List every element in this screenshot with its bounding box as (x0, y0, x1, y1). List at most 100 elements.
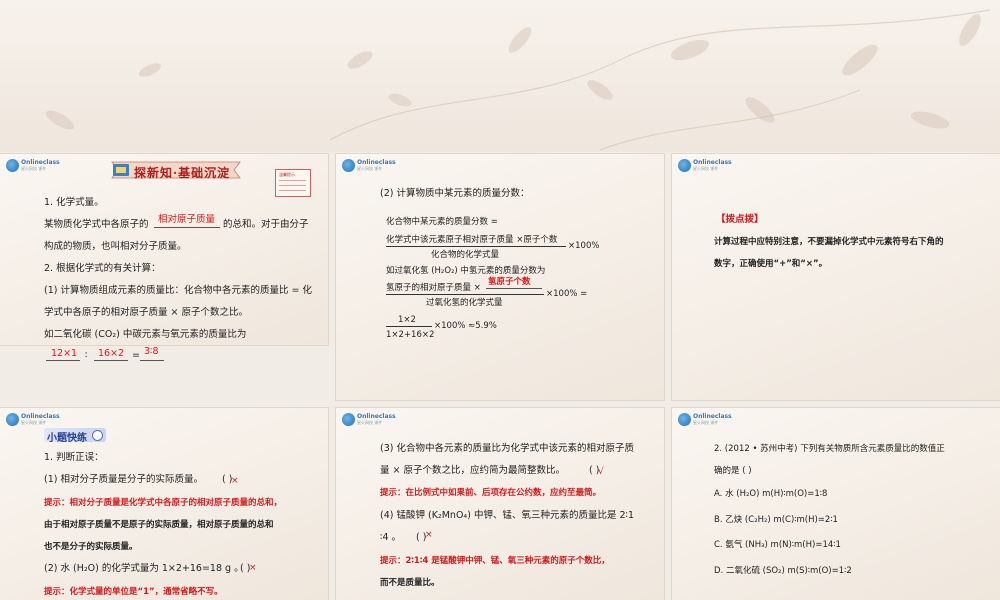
option-b: B. 乙炔 (C₂H₂) m(C)∶m(H)=2∶1 (714, 515, 838, 525)
text-line: (2) 计算物质中某元素的质量分数： (380, 188, 530, 199)
hint-line: 提示：在比例式中如果前、后项存在公约数，应约至最简。 (380, 488, 602, 498)
section-title: 探新知·基础沉淀 (110, 160, 242, 180)
text-line: (2) 水 (H₂O) 的化学式量为 1×2+16=18 g 。 (44, 563, 244, 574)
text-line: 1. 化学式量。 (44, 197, 104, 208)
fill-blank-underline (94, 360, 128, 361)
question-text: 2. (2012 • 苏州中考) 下列有关物质所含元素质量比的数值正 (714, 444, 945, 454)
floral-decoration (45, 9, 991, 151)
option-a: A. 水 (H₂O) m(H)∶m(O)=1∶8 (714, 489, 828, 499)
hint-line: 提示：化学式量的单位是“1”，通常省略不写。 (44, 587, 223, 597)
text-line: (1) 计算物质组成元素的质量比：化合物中各元素的质量比 = 化 (44, 285, 312, 296)
hint-line: 而不是质量比。 (380, 578, 440, 588)
formula-percent: ×100% (568, 241, 600, 251)
formula-denominator: 化合物的化学式量 (431, 250, 500, 260)
option-d: D. 二氧化硫 (SO₂) m(S)∶m(O)=1∶2 (714, 566, 852, 576)
fill-answer: 氢原子个数 (488, 277, 531, 287)
quiz-tag: 小题快练 (44, 428, 106, 444)
logo: Onlineclass 星火网校 课件 (6, 159, 62, 173)
note-line (279, 185, 306, 186)
text-line: 2. 根据化学式的有关计算： (44, 263, 161, 274)
hint-line: 提示：2∶1∶4 是锰酸钾中钾、锰、氧三种元素的原子个数比， (380, 556, 610, 566)
slide-5: Onlineclass 星火网校 课件 (3) 化合物中各元素的质量比为化学式中… (336, 408, 664, 600)
logo-globe-icon (342, 159, 355, 172)
quiz-tag-label: 小题快练 (47, 433, 87, 444)
formula-percent: ×100% ≈5.9% (434, 321, 497, 331)
logo-brand: Onlineclass (21, 159, 60, 166)
section-title-text: 探新知·基础沉淀 (134, 166, 231, 180)
fraction-bar (386, 326, 432, 327)
logo-globe-icon (342, 413, 355, 426)
logo: Onlineclass 星火网校 课件 (342, 413, 398, 427)
slide-6: Onlineclass 星火网校 课件 2. (2012 • 苏州中考) 下列有… (672, 408, 1000, 600)
slide-4: Onlineclass 星火网校 课件 小题快练 1. 判断正误： (1) 相对… (0, 408, 328, 600)
text-symbol: = (132, 350, 140, 361)
answer-mark: × (249, 563, 257, 573)
text-line: (1) 相对分子质量是分子的实际质量。 (44, 474, 203, 485)
logo-sub: 星火网校 课件 (357, 166, 383, 171)
fill-blank-underline (486, 288, 542, 289)
logo: Onlineclass 星火网校 课件 (342, 159, 398, 173)
fill-answer: 相对原子质量 (158, 214, 216, 225)
fill-blank-underline (46, 360, 80, 361)
answer-mark: √ (598, 467, 604, 477)
text-line: 某物质化学式中各原子的 (44, 219, 149, 230)
slide-3: Onlineclass 星火网校 课件 【拨点拨】 计算过程中应特别注意，不要漏… (672, 154, 1000, 400)
logo-sub: 星火网校 课件 (693, 420, 719, 425)
logo-brand: Onlineclass (21, 413, 60, 420)
text-line: 1. 判断正误： (44, 452, 104, 463)
logo-brand: Onlineclass (693, 413, 732, 420)
slide-2: Onlineclass 星火网校 课件 (2) 计算物质中某元素的质量分数： 化… (336, 154, 664, 400)
logo-globe-icon (678, 159, 691, 172)
text-line: (3) 化合物中各元素的质量比为化学式中该元素的相对原子质 (380, 443, 634, 454)
logo-brand: Onlineclass (357, 159, 396, 166)
decorative-banner (0, 0, 1000, 152)
question-text: 确的是 ( ) (714, 466, 752, 476)
slide-1: Onlineclass 星火网校 课件 探新知·基础沉淀 温馨提示 1. 化学式… (0, 154, 328, 345)
text-line: 数字，正确使用“+”和“×”。 (714, 259, 828, 269)
fraction-bar (386, 294, 544, 295)
logo-globe-icon (6, 159, 19, 172)
formula-denominator: 过氧化氢的化学式量 (426, 298, 503, 308)
logo-sub: 星火网校 课件 (357, 420, 383, 425)
tip-heading: 【拨点拨】 (716, 214, 764, 225)
logo-globe-icon (6, 413, 19, 426)
text-line: (4) 锰酸钾 (K₂MnO₄) 中钾、锰、氧三种元素的质量比是 2∶1 (380, 510, 635, 521)
logo: Onlineclass 星火网校 课件 (678, 413, 734, 427)
logo-sub: 星火网校 课件 (693, 166, 719, 171)
logo-sub: 星火网校 课件 (21, 166, 47, 171)
text-line: ∶4 。 (380, 532, 402, 543)
answer-mark: × (231, 476, 239, 486)
fill-blank-underline (154, 227, 220, 228)
note-box: 温馨提示 (275, 169, 311, 197)
formula-numerator: 化学式中该元素原子相对原子质量 ×原子个数 (386, 235, 558, 245)
formula-denominator: 1×2+16×2 (386, 330, 435, 340)
fill-answer: 12×1 (51, 348, 78, 359)
fill-answer: 3∶8 (144, 346, 159, 357)
formula-line: 化合物中某元素的质量分数 = (386, 217, 498, 227)
note-line (279, 180, 306, 181)
note-label: 温馨提示 (279, 172, 295, 177)
hint-line: 提示：相对分子质量是化学式中各原子的相对原子质量的总和， (44, 498, 283, 508)
fill-answer: 16×2 (98, 348, 125, 359)
option-c: C. 氨气 (NH₃) m(N)∶m(H)=14∶1 (714, 540, 841, 550)
text-line: 构成的物质，也叫相对分子质量。 (44, 241, 187, 252)
text-symbol: ∶ (85, 350, 88, 361)
logo: Onlineclass 星火网校 课件 (678, 159, 734, 173)
text-line: 学式中各原子的相对原子质量 × 原子个数之比。 (44, 307, 249, 318)
hint-line: 由于相对原子质量不是原子的实际质量，相对原子质量的总和 (44, 520, 274, 530)
text-line: 计算过程中应特别注意，不要漏掉化学式中元素符号右下角的 (714, 237, 944, 247)
logo-brand: Onlineclass (693, 159, 732, 166)
logo-sub: 星火网校 课件 (21, 420, 47, 425)
text-line: 如二氧化碳 (CO₂) 中碳元素与氧元素的质量比为 (44, 329, 247, 340)
note-line (279, 190, 306, 191)
text-line: 量 × 原子个数之比，应约简为最简整数比。 (380, 465, 566, 476)
logo-brand: Onlineclass (357, 413, 396, 420)
text-line: 的总和。对于由分子 (223, 219, 309, 230)
clock-icon (92, 430, 103, 441)
formula-numerator: 氢原子的相对原子质量 × (386, 283, 481, 293)
answer-mark: × (425, 530, 433, 540)
hint-line: 也不是分子的实际质量。 (44, 542, 138, 552)
logo-globe-icon (678, 413, 691, 426)
formula-numerator: 1×2 (398, 315, 416, 325)
fraction-bar (386, 246, 566, 247)
